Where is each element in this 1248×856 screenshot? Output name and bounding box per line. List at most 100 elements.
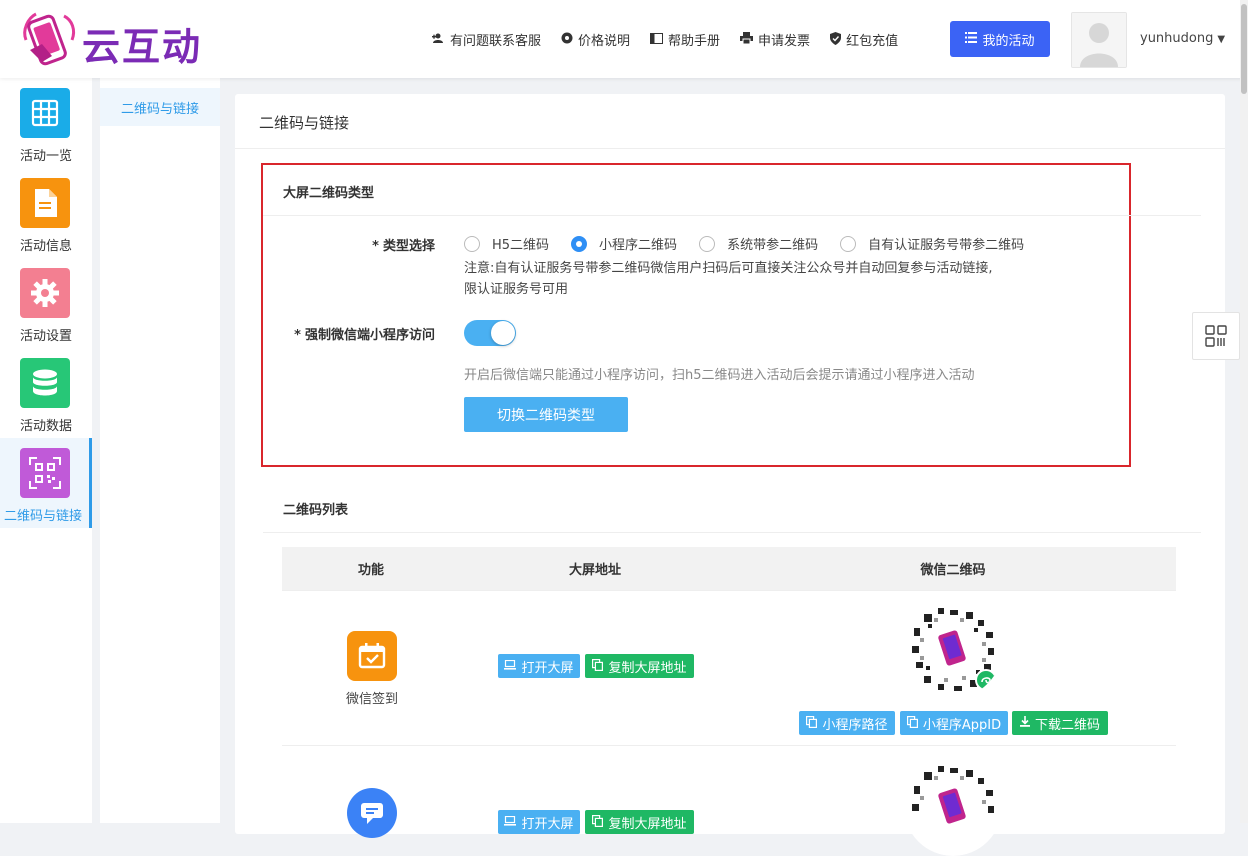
sidebar-item-label: 活动数据 <box>19 419 72 434</box>
nav-label: 红包充值 <box>846 34 899 49</box>
copy-icon <box>592 658 604 674</box>
qr-list-section-title: 二维码列表 <box>283 503 349 518</box>
row-divider <box>282 590 1176 591</box>
qr-type-section-title: 大屏二维码类型 <box>283 186 375 201</box>
divider <box>235 148 1225 149</box>
column-header-wechat-qr: 微信二维码 <box>920 563 986 578</box>
button-label: 打开大屏 <box>521 660 574 676</box>
logo-text: 云互动 <box>82 25 203 69</box>
column-header-screen-url: 大屏地址 <box>568 563 621 578</box>
radio-label: 系统带参二维码 <box>727 238 819 253</box>
sub-menu: 二维码与链接 <box>100 78 220 823</box>
radio-label: 小程序二维码 <box>599 238 678 253</box>
laptop-icon <box>504 659 517 673</box>
note-line: 限认证服务号可用 <box>464 282 569 297</box>
copy-screen-url-button[interactable]: 复制大屏地址 <box>585 810 694 834</box>
button-label: 下载二维码 <box>1034 717 1100 733</box>
sidebar-item-label: 活动设置 <box>19 329 72 344</box>
radio-circle[interactable] <box>464 235 480 252</box>
main-card: 二维码与链接 大屏二维码类型 * 类型选择 H5二维码 小程序二维码 系统带参二维… <box>235 94 1225 856</box>
sidebar-item-qrcode-links[interactable]: 二维码与链接 <box>0 438 92 528</box>
copy-icon <box>906 715 918 731</box>
miniprogram-appid-button[interactable]: 小程序AppID <box>900 711 1008 735</box>
switch-qr-type-button[interactable]: 切换二维码类型 <box>464 397 628 432</box>
user-plus-icon <box>432 33 445 47</box>
qrcode-icon <box>20 448 70 498</box>
user-silhouette-icon <box>1072 13 1126 67</box>
logo[interactable]: 云互动 <box>20 10 230 69</box>
divider <box>263 215 1201 216</box>
sidebar-item-activity-info[interactable]: 活动信息 <box>0 168 92 258</box>
copy-screen-url-button[interactable]: 复制大屏地址 <box>585 654 694 678</box>
nav-contact-support[interactable]: 有问题联系客服 <box>432 30 541 49</box>
sidebar-item-activity-overview[interactable]: 活动一览 <box>0 78 92 168</box>
radio-label: 自有认证服务号带参二维码 <box>868 238 1025 253</box>
gear-icon <box>561 32 573 47</box>
radio-system-param-qrcode[interactable]: 系统带参二维码 <box>699 234 818 253</box>
button-label: 复制大屏地址 <box>608 660 687 676</box>
username-text: yunhudong <box>1140 31 1214 46</box>
row-divider <box>282 745 1176 746</box>
page-title: 二维码与链接 <box>259 114 350 132</box>
qrcode-image <box>904 758 1002 856</box>
floating-qrcode-button[interactable] <box>1192 312 1240 360</box>
gear-icon <box>20 268 70 318</box>
type-select-label: * 类型选择 <box>295 235 435 254</box>
function-label: 微信签到 <box>345 692 398 707</box>
miniprogram-path-button[interactable]: 小程序路径 <box>799 711 895 735</box>
divider <box>263 532 1201 533</box>
scrollbar-thumb[interactable] <box>1241 4 1247 94</box>
download-qrcode-button[interactable]: 下载二维码 <box>1012 711 1108 735</box>
nav-label: 价格说明 <box>578 34 631 49</box>
force-miniprogram-label-text: 强制微信端小程序访问 <box>304 328 435 343</box>
button-label: 复制大屏地址 <box>608 816 687 832</box>
open-screen-button[interactable]: 打开大屏 <box>498 654 580 678</box>
wechat-miniprogram-qrcode <box>904 758 1002 856</box>
radio-h5-qrcode[interactable]: H5二维码 <box>464 234 549 253</box>
copy-icon <box>592 814 604 830</box>
wechat-miniprogram-qrcode <box>904 600 1002 698</box>
document-icon <box>20 178 70 228</box>
force-miniprogram-label: * 强制微信端小程序访问 <box>265 324 435 343</box>
type-select-label-text: 类型选择 <box>382 239 435 254</box>
user-menu[interactable]: yunhudong ▼ <box>1140 31 1225 46</box>
radio-circle[interactable] <box>571 235 588 252</box>
toggle-knob <box>491 321 515 345</box>
nav-redpacket-recharge[interactable]: 红包充值 <box>830 30 898 49</box>
required-mark: * <box>372 239 379 254</box>
column-header-function: 功能 <box>357 563 384 578</box>
sidebar-item-activity-settings[interactable]: 活动设置 <box>0 258 92 348</box>
phone-logo-icon <box>23 12 76 66</box>
caret-down-icon: ▼ <box>1217 34 1226 45</box>
copy-icon <box>806 715 818 731</box>
top-header: 云互动 有问题联系客服 价格说明 帮助手册 申请发票 红包充值 我的活动 yun… <box>0 0 1248 78</box>
book-icon <box>650 32 664 47</box>
nav-label: 帮助手册 <box>668 34 721 49</box>
sidebar-item-activity-data[interactable]: 活动数据 <box>0 348 92 438</box>
page-scrollbar[interactable] <box>1240 0 1248 823</box>
radio-own-service-account-qrcode[interactable]: 自有认证服务号带参二维码 <box>840 234 1024 253</box>
my-activities-label: 我的活动 <box>982 33 1035 49</box>
submenu-item-qrcode-links[interactable]: 二维码与链接 <box>100 88 220 126</box>
force-miniprogram-hint: 开启后微信端只能通过小程序访问，扫h5二维码进入活动后会提示请通过小程序进入活动 <box>464 368 975 383</box>
radio-circle[interactable] <box>840 235 857 252</box>
my-activities-button[interactable]: 我的活动 <box>950 21 1050 57</box>
button-label: 打开大屏 <box>521 816 574 832</box>
calendar-check-icon <box>347 631 397 681</box>
radio-circle[interactable] <box>699 235 716 252</box>
download-icon <box>1019 716 1030 730</box>
qrcode-icon <box>1205 325 1227 347</box>
open-screen-button[interactable]: 打开大屏 <box>498 810 580 834</box>
grid-icon <box>20 88 70 138</box>
laptop-icon <box>504 815 517 829</box>
button-label: 小程序AppID <box>922 717 1002 733</box>
avatar[interactable] <box>1071 12 1127 68</box>
qrcode-image <box>904 600 1002 698</box>
radio-miniprogram-qrcode[interactable]: 小程序二维码 <box>571 234 677 253</box>
sidebar-item-label: 活动一览 <box>19 149 72 164</box>
nav-help-manual[interactable]: 帮助手册 <box>650 30 720 49</box>
nav-invoice[interactable]: 申请发票 <box>740 30 810 49</box>
force-miniprogram-toggle[interactable] <box>464 320 516 346</box>
nav-pricing[interactable]: 价格说明 <box>561 30 630 49</box>
database-icon <box>20 358 70 408</box>
